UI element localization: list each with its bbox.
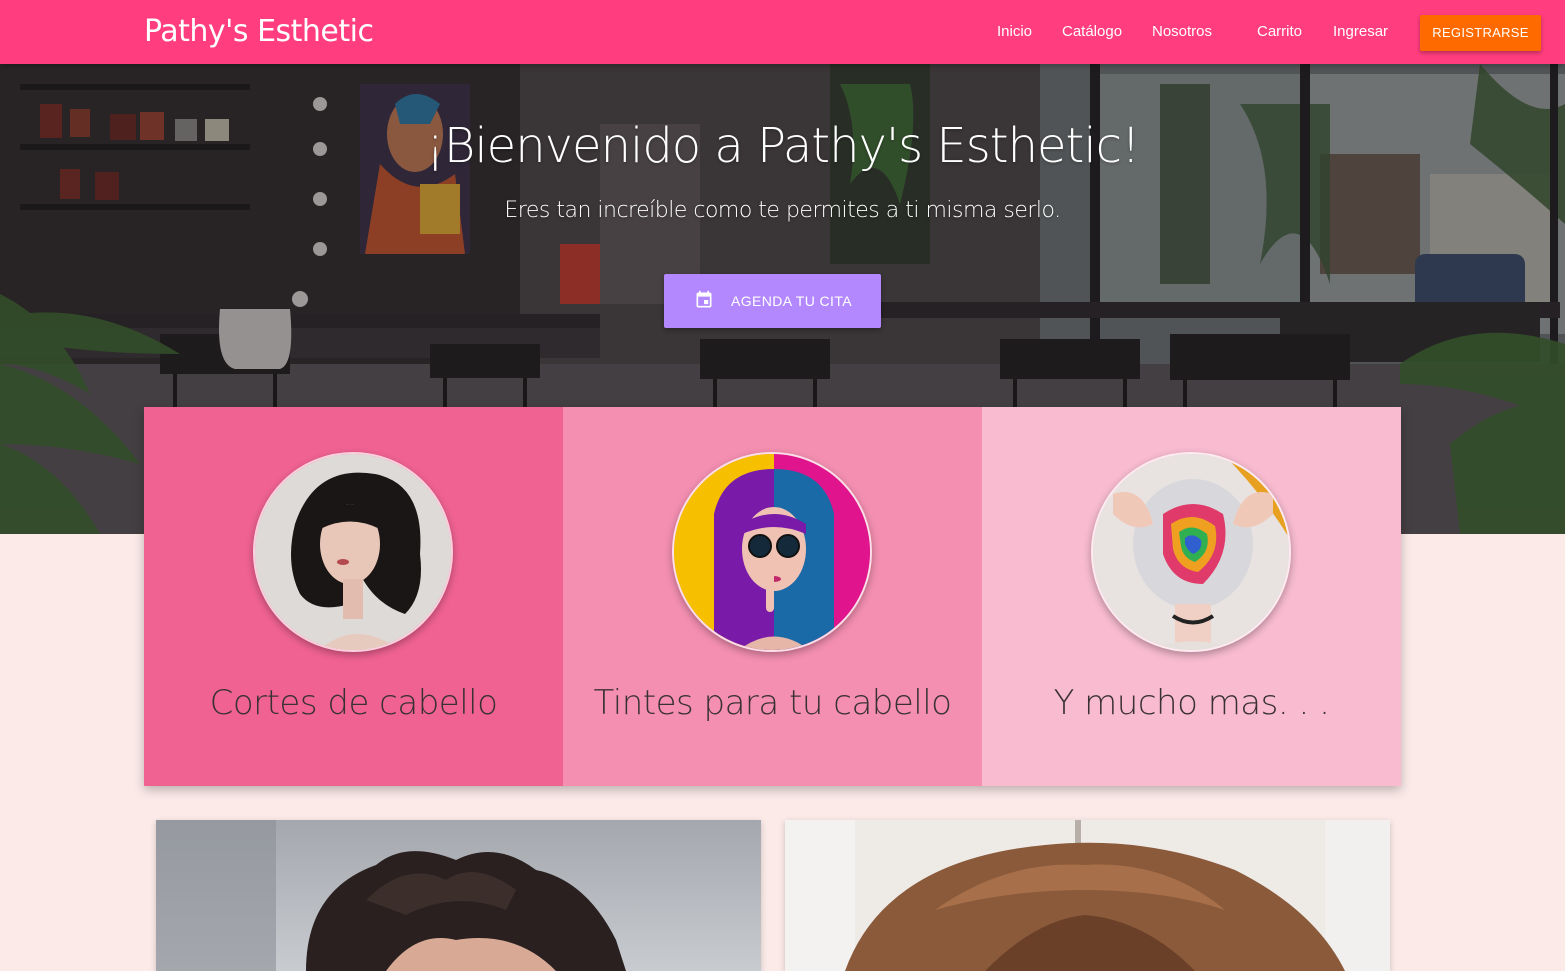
gallery-photo-long-hair: [785, 820, 1390, 971]
service-card-more[interactable]: Y mucho mas. . .: [982, 407, 1401, 786]
navbar: Pathy's Esthetic Inicio Catálogo Nosotro…: [0, 0, 1565, 64]
service-label-haircuts: Cortes de cabello: [209, 683, 498, 723]
schedule-appointment-button[interactable]: AGENDA TU CITA: [664, 274, 881, 328]
nav-link-carrito[interactable]: Carrito: [1257, 23, 1302, 40]
service-card-haircuts[interactable]: Cortes de cabello: [144, 407, 563, 786]
service-card-hair-dyes[interactable]: Tintes para tu cabello: [563, 407, 982, 786]
nav-link-ingresar[interactable]: Ingresar: [1333, 23, 1388, 40]
rainbow-hair-image: [1091, 452, 1291, 652]
brand-logo[interactable]: Pathy's Esthetic: [144, 14, 374, 49]
nav-link-inicio[interactable]: Inicio: [997, 23, 1032, 40]
hero-title: ¡Bienvenido a Pathy's Esthetic!: [425, 118, 1141, 174]
gallery-photo-short-hair: [156, 820, 761, 971]
services-row: Cortes de cabello Tintes para tu cabello: [144, 407, 1401, 786]
hero-subtitle: Eres tan increíble como te permites a ti…: [504, 198, 1061, 223]
nav-link-nosotros[interactable]: Nosotros: [1152, 23, 1212, 40]
haircut-image: [253, 452, 453, 652]
schedule-appointment-label: AGENDA TU CITA: [731, 293, 852, 309]
service-label-more: Y mucho mas. . .: [1053, 683, 1330, 723]
service-label-hair-dyes: Tintes para tu cabello: [593, 683, 952, 723]
calendar-event-icon: [696, 290, 712, 308]
hair-dye-image: [672, 452, 872, 652]
nav-link-catalogo[interactable]: Catálogo: [1062, 23, 1122, 40]
register-button[interactable]: REGISTRARSE: [1420, 15, 1541, 51]
